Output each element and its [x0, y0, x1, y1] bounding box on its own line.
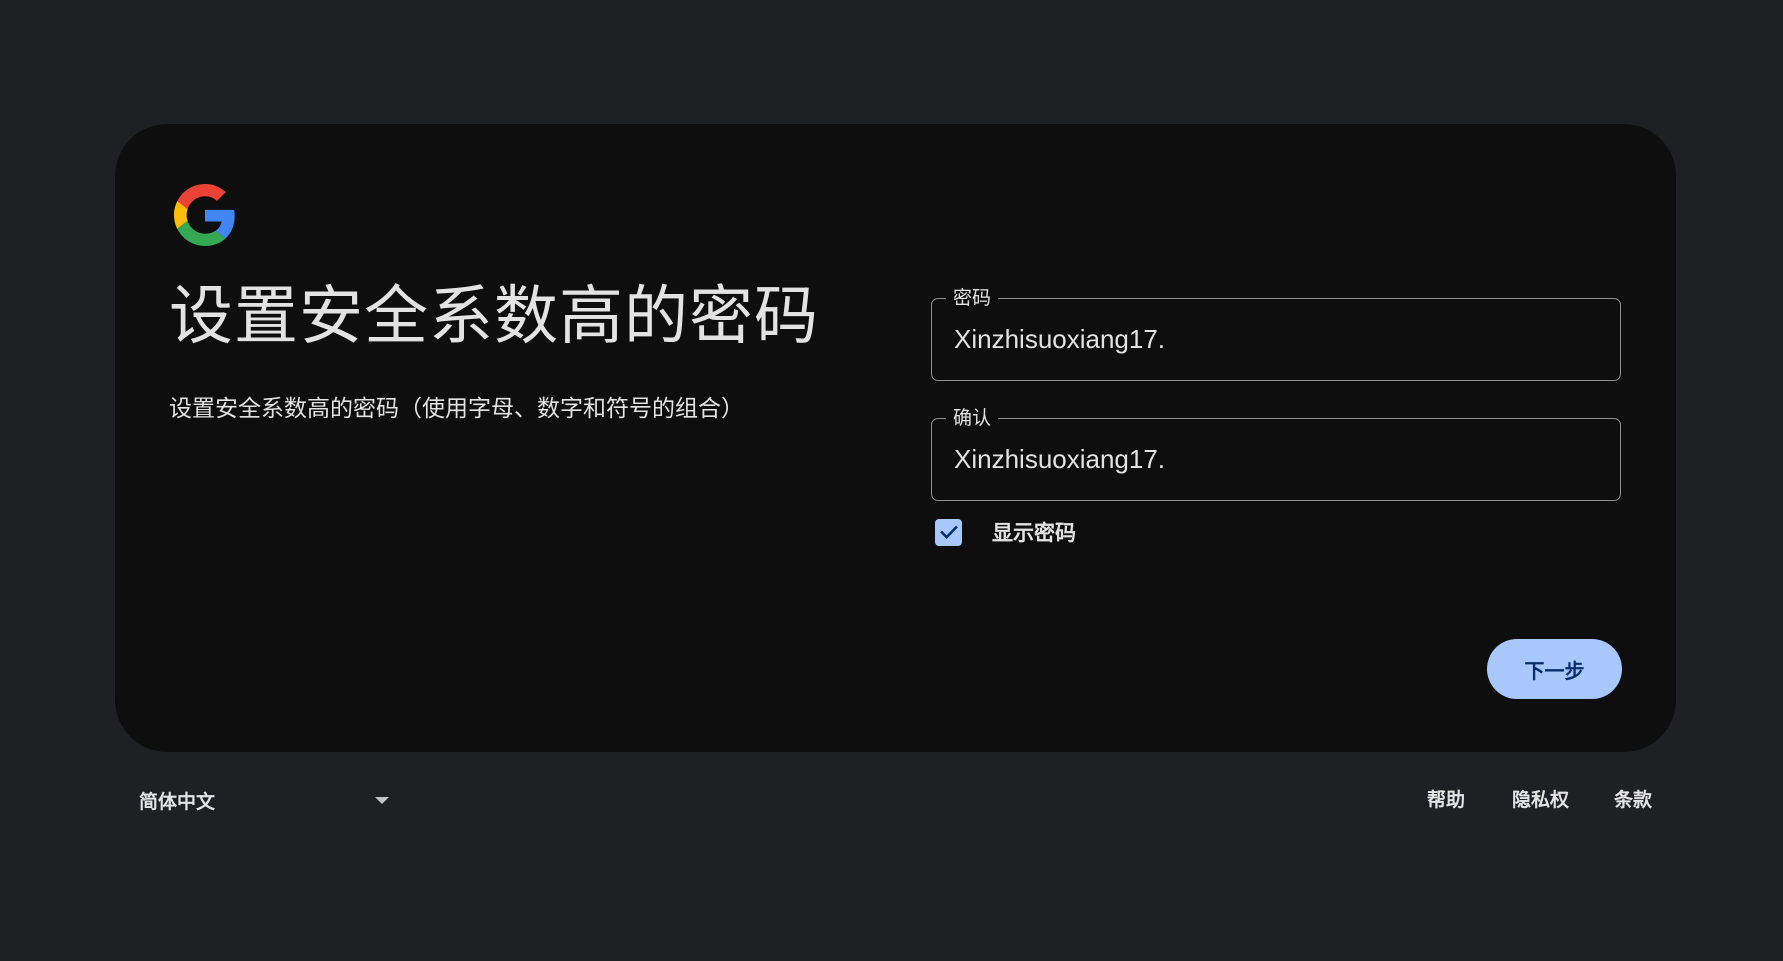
show-password-toggle[interactable]: 显示密码 [935, 517, 1076, 547]
checkmark-icon [939, 525, 958, 539]
dropdown-arrow-icon[interactable] [375, 797, 389, 804]
google-logo-icon [174, 184, 235, 246]
signup-card: 设置安全系数高的密码 设置安全系数高的密码（使用字母、数字和符号的组合） 密码 … [115, 124, 1676, 752]
show-password-checkbox[interactable] [935, 518, 962, 546]
confirm-password-input[interactable] [954, 419, 1594, 500]
confirm-password-field: 确认 [931, 405, 1621, 501]
password-input[interactable] [954, 299, 1594, 380]
language-label[interactable]: 简体中文 [139, 787, 215, 814]
footer: 简体中文 帮助 隐私权 条款 [0, 784, 1783, 816]
page-subtitle: 设置安全系数高的密码（使用字母、数字和符号的组合） [169, 396, 744, 422]
language-selector[interactable]: 简体中文 [139, 784, 392, 816]
password-field: 密码 [931, 285, 1621, 381]
privacy-link[interactable]: 隐私权 [1512, 784, 1569, 816]
show-password-label[interactable]: 显示密码 [992, 517, 1076, 547]
next-button[interactable]: 下一步 [1487, 639, 1622, 699]
page-title: 设置安全系数高的密码 [169, 280, 819, 354]
terms-link[interactable]: 条款 [1614, 784, 1652, 816]
help-link[interactable]: 帮助 [1427, 784, 1465, 816]
